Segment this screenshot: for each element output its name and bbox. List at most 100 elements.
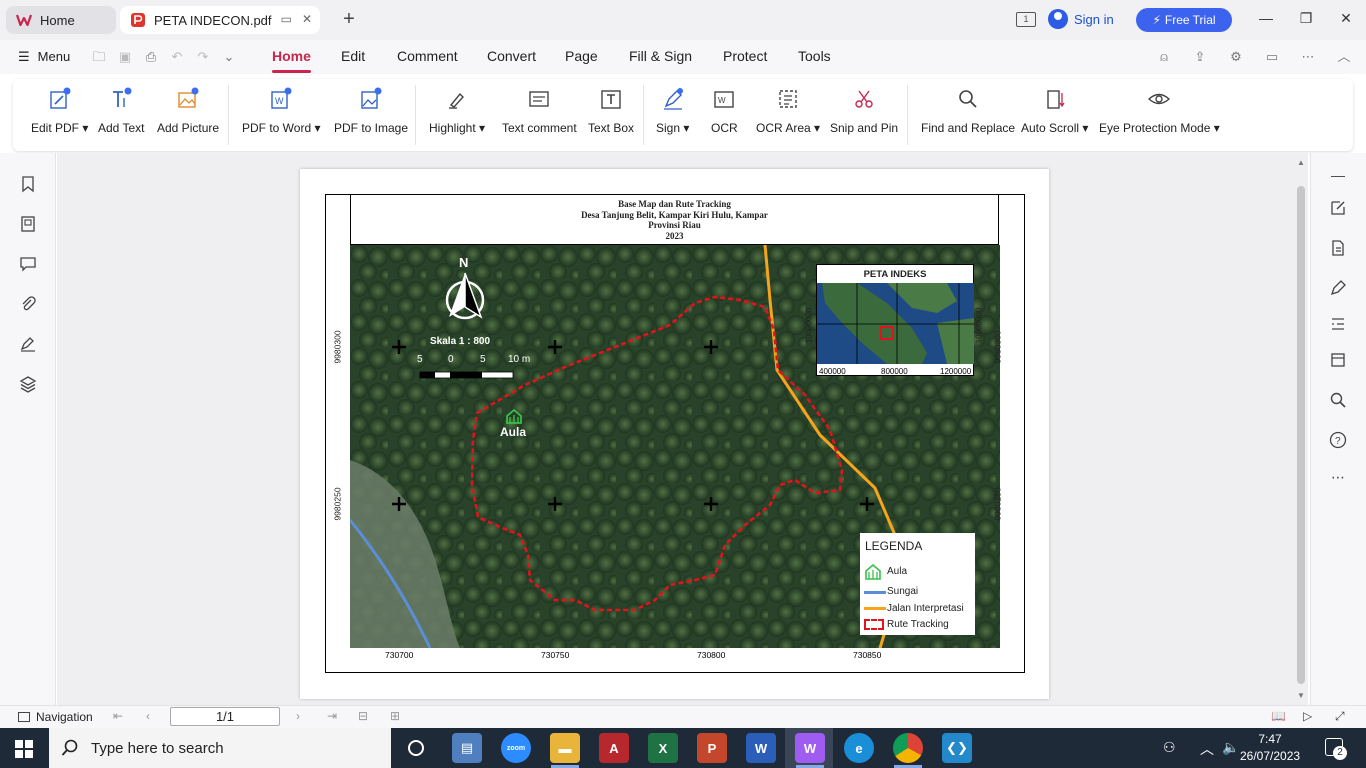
tray-chevron-icon[interactable]: ︿ xyxy=(1200,739,1214,759)
powerpoint-app-icon[interactable]: P xyxy=(697,733,727,763)
task-view-icon[interactable] xyxy=(408,740,424,756)
layers-icon[interactable] xyxy=(19,375,37,393)
redo-icon[interactable]: ↷ xyxy=(195,49,211,65)
find-and-replace-button[interactable]: Find and Replace xyxy=(921,87,1015,135)
sign-in-button[interactable]: Sign in xyxy=(1048,9,1114,29)
last-page-icon[interactable]: ⇥ xyxy=(327,709,337,723)
highlight-button[interactable]: Highlight ▾ xyxy=(429,87,485,135)
lightning-icon: ⚡ xyxy=(1152,13,1161,27)
minimize-window-icon[interactable]: — xyxy=(1256,10,1276,30)
taskbar-clock[interactable]: 7:47 26/07/2023 xyxy=(1240,731,1300,765)
file-manager-app-icon[interactable]: ▤ xyxy=(452,733,482,763)
share-person-icon[interactable]: ⍝ xyxy=(1156,49,1172,65)
tab-home[interactable]: Home xyxy=(6,6,116,34)
ocr-area-label: OCR Area xyxy=(756,121,811,135)
page-number-input[interactable]: 1/1 xyxy=(170,707,280,726)
north-label: N xyxy=(459,255,469,270)
play-icon[interactable]: ▷ xyxy=(1303,709,1312,723)
x-tick-label: 730700 xyxy=(385,650,414,660)
bookmark-icon[interactable] xyxy=(19,175,37,193)
auto-scroll-button[interactable]: Auto Scroll ▾ xyxy=(1021,87,1088,135)
close-tab-icon[interactable]: ✕ xyxy=(302,12,312,26)
save-icon[interactable]: ▣ xyxy=(117,49,133,65)
new-tab-button[interactable]: + xyxy=(338,8,360,30)
frame-tool-icon[interactable] xyxy=(1329,351,1347,369)
text-align-icon[interactable] xyxy=(1329,315,1347,333)
open-folder-icon[interactable]: 🗀 xyxy=(91,49,107,65)
vscode-app-icon[interactable]: ❮❯ xyxy=(942,733,972,763)
monitor-icon[interactable]: ▭ xyxy=(281,12,292,26)
next-view-icon[interactable]: ⊞ xyxy=(390,709,400,723)
document-convert-icon[interactable] xyxy=(1329,239,1347,257)
close-window-icon[interactable]: ✕ xyxy=(1336,10,1356,30)
first-page-icon[interactable]: ⇤ xyxy=(113,709,123,723)
chrome-browser-icon[interactable] xyxy=(893,733,923,763)
windows-start-icon[interactable] xyxy=(15,740,33,758)
menu-tab-convert[interactable]: Convert xyxy=(487,48,536,64)
ocr-area-button[interactable]: OCR Area ▾ xyxy=(756,87,820,135)
previous-page-icon[interactable]: ‹ xyxy=(146,709,150,723)
scrollbar-thumb[interactable] xyxy=(1297,186,1305,684)
add-picture-button[interactable]: Add Picture xyxy=(157,87,219,135)
next-page-icon[interactable]: › xyxy=(296,709,300,723)
menu-tab-tools[interactable]: Tools xyxy=(798,48,831,64)
reading-mode-icon[interactable]: 📖 xyxy=(1271,709,1286,723)
comment-icon[interactable] xyxy=(19,255,37,273)
ocr-button[interactable]: W OCR xyxy=(711,87,738,135)
menu-tab-edit[interactable]: Edit xyxy=(341,48,365,64)
sign-button[interactable]: Sign ▾ xyxy=(656,87,689,135)
navigation-toggle[interactable]: Navigation xyxy=(18,710,93,724)
fullscreen-icon[interactable]: ⤢ xyxy=(1335,709,1345,724)
thumbnail-icon[interactable] xyxy=(19,215,37,233)
settings-gear-icon[interactable]: ⚙ xyxy=(1228,49,1244,65)
taskbar-search-box[interactable]: Type here to search xyxy=(49,728,391,768)
menu-tab-protect[interactable]: Protect xyxy=(723,48,767,64)
edge-browser-icon[interactable]: e xyxy=(844,733,874,763)
pdf-to-word-button[interactable]: W PDF to Word ▾ xyxy=(242,87,321,135)
more-options-icon[interactable]: ⋯ xyxy=(1300,49,1316,65)
add-text-button[interactable]: Add Text xyxy=(98,87,144,135)
edit-pdf-button[interactable]: Edit PDF ▾ xyxy=(31,87,88,135)
print-icon[interactable]: ⎙ xyxy=(143,49,159,65)
find-and-replace-label: Find and Replace xyxy=(921,121,1016,135)
wps-office-app-icon[interactable]: W xyxy=(795,733,825,763)
collapse-panel-icon[interactable]: — xyxy=(1329,167,1347,185)
text-comment-button[interactable]: Text comment xyxy=(502,87,577,135)
scale-tick: 5 xyxy=(480,354,486,365)
menu-tab-comment[interactable]: Comment xyxy=(397,48,458,64)
free-trial-button[interactable]: ⚡ Free Trial xyxy=(1136,8,1232,32)
edit-page-icon[interactable] xyxy=(1329,199,1347,217)
people-icon[interactable]: ⚇ xyxy=(1163,739,1176,756)
access-app-icon[interactable]: A xyxy=(599,733,629,763)
zoom-app-icon[interactable]: zoom xyxy=(501,733,531,763)
feedback-icon[interactable]: ▭ xyxy=(1264,49,1280,65)
customize-chevron-icon[interactable]: ⌄ xyxy=(221,49,237,65)
menu-tab-fill-sign[interactable]: Fill & Sign xyxy=(629,48,692,64)
pen-tool-icon[interactable] xyxy=(1329,279,1347,297)
search-icon[interactable] xyxy=(1329,391,1347,409)
menu-tab-page[interactable]: Page xyxy=(565,48,598,64)
undo-icon[interactable]: ↶ xyxy=(169,49,185,65)
snip-and-pin-button[interactable]: Snip and Pin xyxy=(830,87,898,135)
word-app-icon[interactable]: W xyxy=(746,733,776,763)
more-tools-icon[interactable]: ⋯ xyxy=(1329,469,1347,487)
page-view-icon[interactable]: 1 xyxy=(1016,12,1036,27)
pdf-to-image-button[interactable]: PDF to Image xyxy=(334,87,408,135)
signature-icon[interactable] xyxy=(19,335,37,353)
maximize-window-icon[interactable]: ❐ xyxy=(1296,10,1316,30)
tab-document[interactable]: PETA INDECON.pdf ▭ ✕ xyxy=(120,6,320,34)
collapse-ribbon-icon[interactable]: ︿ xyxy=(1336,49,1352,65)
excel-app-icon[interactable]: X xyxy=(648,733,678,763)
volume-icon[interactable]: 🔈 xyxy=(1222,739,1239,756)
help-icon[interactable]: ? xyxy=(1329,431,1347,449)
attachment-icon[interactable] xyxy=(19,295,37,313)
text-box-button[interactable]: Text Box xyxy=(588,87,634,135)
scroll-up-icon[interactable]: ▲ xyxy=(1297,158,1305,167)
main-menu-button[interactable]: ☰ Menu xyxy=(18,49,70,65)
export-icon[interactable]: ⇪ xyxy=(1192,49,1208,65)
previous-view-icon[interactable]: ⊟ xyxy=(358,709,368,723)
scroll-down-icon[interactable]: ▼ xyxy=(1297,691,1305,700)
eye-protection-button[interactable]: Eye Protection Mode ▾ xyxy=(1099,87,1220,135)
menu-tab-home[interactable]: Home xyxy=(272,48,311,73)
file-explorer-icon[interactable]: ▬ xyxy=(550,733,580,763)
